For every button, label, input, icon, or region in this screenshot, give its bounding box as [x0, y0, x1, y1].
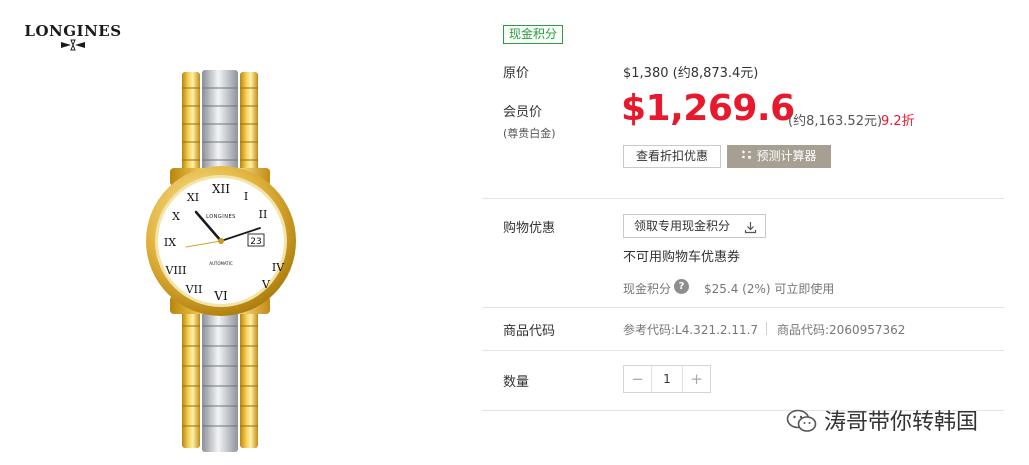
member-price-label: 会员价 — [503, 105, 543, 120]
wechat-icon — [786, 408, 818, 438]
svg-text:IX: IX — [164, 236, 176, 249]
brand-name: LONGINES — [24, 22, 122, 40]
claim-cash-points-button[interactable]: 领取专用现金积分 — [623, 214, 766, 238]
help-icon[interactable]: ? — [674, 279, 689, 294]
lower-bracelet — [182, 306, 258, 452]
divider — [482, 350, 1004, 351]
calculator-icon — [741, 145, 752, 168]
code-separator — [766, 322, 767, 335]
claim-cash-points-label: 领取专用现金积分 — [634, 219, 731, 233]
quantity-input[interactable]: 1 — [652, 366, 682, 392]
cart-coupon-unavailable: 不可用购物车优惠券 — [623, 250, 741, 265]
quantity-label: 数量 — [503, 375, 530, 390]
svg-text:II: II — [259, 208, 268, 221]
shopping-benefits-label: 购物优惠 — [503, 221, 556, 236]
watermark-text: 涛哥带你转韩国 — [824, 410, 979, 435]
calculator-label: 预测计算器 — [756, 149, 817, 163]
divider — [482, 198, 1004, 199]
product-image[interactable]: XII I II IV V VI VII VIII IX X XI 23 LON… — [130, 60, 320, 465]
discount-rate: 9.2折 — [881, 114, 915, 129]
svg-text:XII: XII — [212, 182, 230, 196]
view-discount-button[interactable]: 查看折扣优惠 — [623, 145, 721, 168]
cash-points-tag: 现金积分 — [503, 25, 564, 44]
svg-text:I: I — [244, 190, 248, 203]
product-code: 商品代码:2060957362 — [777, 323, 906, 337]
reference-code: 参考代码:L4.321.2.11.7 — [623, 323, 759, 337]
svg-text:AUTOMATIC: AUTOMATIC — [209, 261, 233, 266]
member-tier-label: (尊贵白金) — [503, 127, 556, 140]
download-icon — [744, 219, 757, 241]
cash-points-value: $25.4 (2%) 可立即使用 — [704, 282, 835, 296]
winged-hourglass-icon — [61, 39, 85, 51]
brand-logo: LONGINES — [20, 22, 126, 52]
svg-text:VII: VII — [185, 283, 203, 296]
member-price-converted: (约8,163.52元) — [788, 114, 883, 129]
original-price-label: 原价 — [503, 66, 530, 81]
product-info-panel: 现金积分 原价 $1,380 (约8,873.4元) 会员价 (尊贵白金) $1… — [482, 0, 1004, 465]
svg-text:LONGINES: LONGINES — [206, 214, 236, 220]
divider — [482, 307, 1004, 308]
cash-points-label: 现金积分 — [623, 282, 672, 296]
svg-text:VIII: VIII — [165, 264, 187, 277]
price-calculator-button[interactable]: 预测计算器 — [727, 145, 831, 168]
svg-text:IV: IV — [272, 261, 285, 274]
svg-text:XI: XI — [187, 191, 199, 204]
svg-text:V: V — [261, 278, 271, 291]
product-code-label: 商品代码 — [503, 324, 556, 339]
member-price-value: $1,269.6 — [621, 88, 795, 129]
original-price-value: $1,380 (约8,873.4元) — [623, 66, 759, 81]
svg-text:23: 23 — [250, 237, 261, 247]
upper-bracelet — [182, 70, 258, 182]
quantity-stepper: − 1 + — [623, 365, 711, 393]
svg-text:X: X — [172, 210, 180, 223]
quantity-increase-button[interactable]: + — [682, 366, 710, 392]
svg-text:VI: VI — [213, 289, 228, 303]
view-discount-label: 查看折扣优惠 — [635, 149, 708, 163]
quantity-decrease-button[interactable]: − — [624, 366, 652, 392]
watch-image: XII I II IV V VI VII VIII IX X XI 23 LON… — [146, 70, 296, 452]
